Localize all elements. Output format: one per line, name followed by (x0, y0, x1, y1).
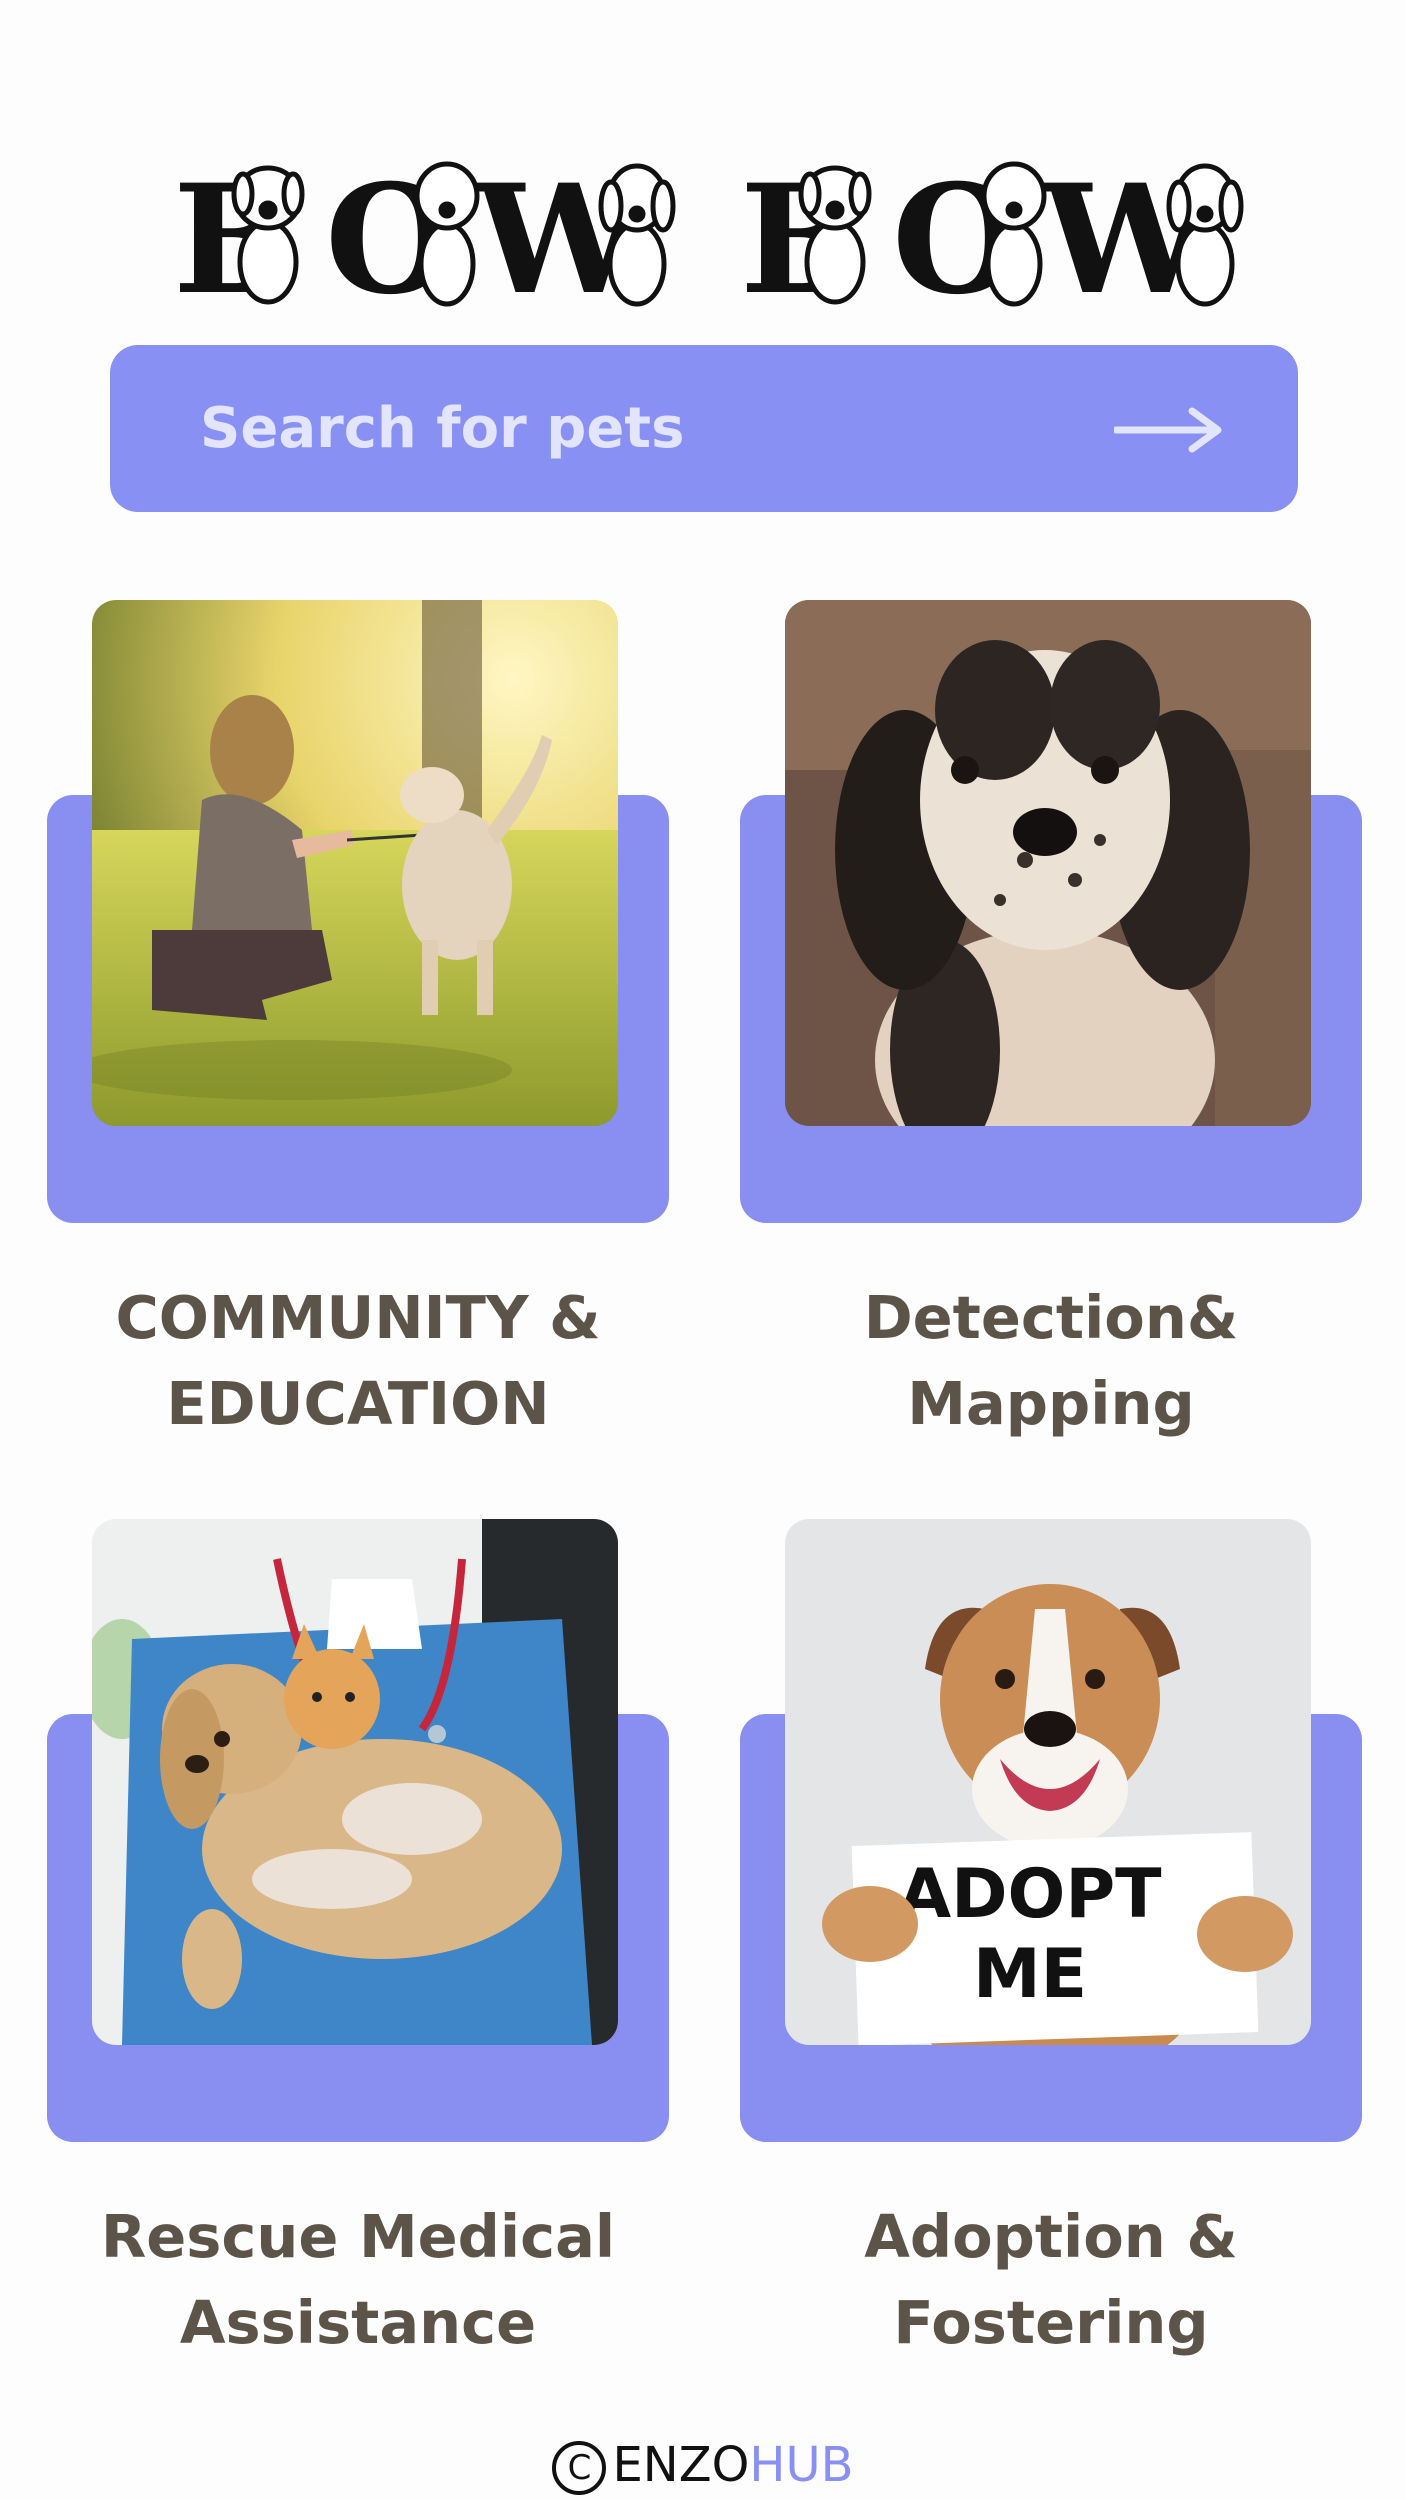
brand-name-part1: ENZO (612, 2437, 750, 2493)
photo-dog-holding-adopt-sign: ADOPT ME (785, 1519, 1311, 2045)
card-title: Rescue Medical Assistance (47, 2194, 669, 2366)
search-bar[interactable] (110, 345, 1298, 512)
bow-bow-logo: B O W B O W (173, 152, 1244, 310)
adopt-sign-line: ME (973, 1935, 1087, 2014)
card-rescue-medical-assistance[interactable]: Rescue Medical Assistance (47, 1519, 669, 2499)
card-title: COMMUNITY & EDUCATION (47, 1275, 669, 1447)
card-title-line: Adoption & (864, 2202, 1238, 2271)
card-title-line: Assistance (179, 2288, 537, 2357)
card-title: Adoption & Fostering (740, 2194, 1362, 2366)
card-title-line: Mapping (907, 1369, 1195, 1438)
photo-woman-training-dog (92, 600, 618, 1126)
arrow-right-icon[interactable] (1114, 405, 1226, 455)
card-adoption-fostering[interactable]: ADOPT ME Adoption & Fostering (740, 1519, 1362, 2499)
card-title-line: COMMUNITY & (115, 1283, 601, 1352)
card-detection-mapping[interactable]: Detection& Mapping (740, 600, 1362, 1580)
brand-name-part2: HUB (749, 2437, 854, 2493)
card-title-line: Rescue Medical (100, 2202, 616, 2271)
search-input[interactable] (200, 385, 1000, 471)
card-community-education[interactable]: COMMUNITY & EDUCATION (47, 600, 669, 1580)
adopt-sign-line: ADOPT (898, 1855, 1162, 1934)
photo-spaniel-portrait (785, 600, 1311, 1126)
photo-vet-holding-dog-and-kitten (92, 1519, 618, 2045)
card-title: Detection& Mapping (740, 1275, 1362, 1447)
card-title-line: EDUCATION (166, 1369, 550, 1438)
copyright-icon: C (552, 2441, 607, 2495)
card-title-line: Fostering (893, 2288, 1209, 2357)
footer-brand: C ENZOHUB (0, 2437, 1406, 2495)
card-title-line: Detection& (863, 1283, 1239, 1352)
